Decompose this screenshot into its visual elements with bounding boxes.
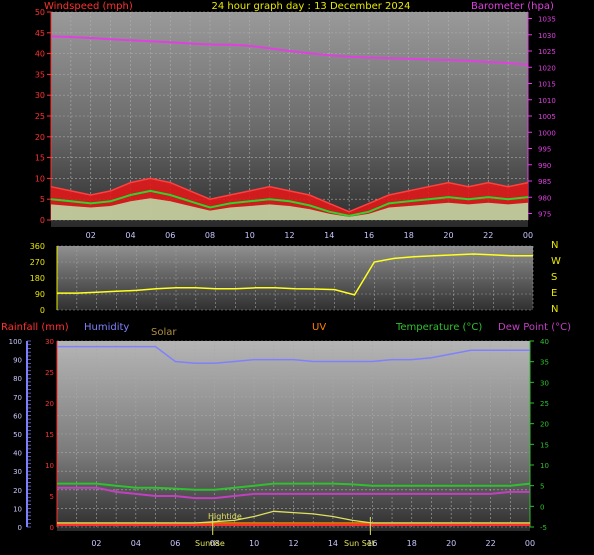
humidity-tick-label: 10 [13,505,22,513]
compass-s: S [551,272,557,283]
humidity-tick-label: 90 [13,357,22,365]
baro-tick-label: 1000 [538,129,556,137]
climate-x-tick-label: 12 [288,539,298,548]
solar-label: Solar [151,327,177,338]
humidity-tick-label: 100 [9,338,22,346]
wind-tick-label: 25 [35,112,45,121]
wind-x-tick-label: 20 [443,231,453,240]
baro-tick-label: 985 [538,178,551,186]
climate-x-tick-label: 06 [170,539,180,548]
compass-n-bottom: N [551,304,558,315]
dir-tick-label: 0 [40,306,45,315]
chart-title: 24 hour graph day : 13 December 2024 [212,1,411,12]
humidity-tick-label: 70 [13,394,22,402]
rain-tick-label: 5 [50,493,54,501]
humidity-tick-label: 0 [18,524,22,532]
temp-tick-label: 25 [540,400,549,408]
sunrise-label: Sunrise [195,539,225,548]
humidity-tick-label: 20 [13,487,22,495]
sunset-label: Sun Set [344,539,375,548]
humidity-tick-label: 80 [13,375,22,383]
temp-tick-label: -5 [540,524,547,532]
climate-x-tick-label: 10 [249,539,259,548]
temp-tick-label: 5 [540,483,544,491]
climate-x-tick-label: 00 [525,539,535,548]
wind-tick-label: 30 [35,91,45,100]
baro-axis-label: Barometer (hpa) [471,1,554,12]
wind-tick-label: 5 [40,195,45,204]
dir-tick-label: 180 [30,274,45,283]
rainfall-label: Rainfall (mm) [1,322,69,333]
wind-tick-label: 15 [35,154,45,163]
temp-tick-label: 20 [540,421,549,429]
wind-tick-label: 0 [40,216,45,225]
rain-tick-label: 0 [50,524,54,532]
rain-tick-label: 15 [45,431,54,439]
baro-tick-label: 1025 [538,48,556,56]
dir-tick-label: 270 [30,258,45,267]
wind-tick-label: 35 [35,70,45,79]
baro-tick-label: 980 [538,194,551,202]
baro-tick-label: 1035 [538,16,556,24]
wind-x-tick-label: 04 [125,231,135,240]
baro-tick-label: 1020 [538,64,556,72]
temp-tick-label: 10 [540,462,549,470]
temp-tick-label: 0 [540,503,544,511]
baro-tick-label: 1030 [538,32,556,40]
temp-tick-label: 35 [540,359,549,367]
climate-x-tick-label: 18 [407,539,417,548]
wind-x-tick-label: 16 [364,231,374,240]
wind-tick-label: 40 [35,50,45,59]
wind-x-tick-label: 10 [245,231,255,240]
baro-tick-label: 995 [538,146,551,154]
temperature-label: Temperature (°C) [395,322,482,333]
humidity-label: Humidity [84,322,129,333]
dir-tick-label: 90 [35,290,45,299]
humidity-tick-label: 60 [13,412,22,420]
wind-x-tick-label: 08 [205,231,215,240]
weather-graph: 0510152025303540455097598098599099510001… [1,1,571,548]
wind-x-tick-label: 00 [523,231,533,240]
weather-graph-page: 0 5 10 15 20 25 30 35 40 45 50 975 980 985 990 995 1000 1… [0,0,594,555]
rain-tick-label: 25 [45,369,54,377]
climate-x-tick-label: 04 [131,539,141,548]
wind-axis-label: Windspeed (mph) [44,1,133,12]
temp-tick-label: 40 [540,338,549,346]
wind-x-tick-label: 22 [483,231,493,240]
wind-x-tick-label: 18 [404,231,414,240]
rain-tick-label: 30 [45,338,54,346]
rain-tick-label: 10 [45,462,54,470]
temp-tick-label: 15 [540,441,549,449]
climate-x-tick-label: 02 [91,539,101,548]
wind-tick-label: 20 [35,133,45,142]
humidity-tick-label: 30 [13,468,22,476]
baro-tick-label: 975 [538,211,551,219]
temp-tick-label: 30 [540,379,549,387]
wind-x-tick-label: 06 [165,231,175,240]
baro-tick-label: 1010 [538,97,556,105]
dewpoint-label: Dew Point (°C) [498,322,571,333]
wind-tick-label: 10 [35,174,45,183]
wind-tick-label: 45 [35,29,45,38]
climate-x-tick-label: 20 [446,539,456,548]
wind-x-tick-label: 12 [284,231,294,240]
hightide-label: Hightide [208,512,242,521]
climate-x-tick-label: 14 [328,539,338,548]
compass-w: W [551,256,561,267]
baro-tick-label: 1015 [538,81,556,89]
humidity-tick-label: 40 [13,450,22,458]
dir-tick-label: 360 [30,242,45,251]
humidity-tick-label: 50 [13,431,22,439]
wind-x-tick-label: 02 [86,231,96,240]
baro-tick-label: 990 [538,162,551,170]
uv-label: UV [312,322,326,333]
compass-e: E [551,288,557,299]
rain-tick-label: 20 [45,400,54,408]
compass-n-top: N [551,240,558,251]
climate-x-tick-label: 22 [485,539,495,548]
wind-x-tick-label: 14 [324,231,334,240]
baro-tick-label: 1005 [538,113,556,121]
